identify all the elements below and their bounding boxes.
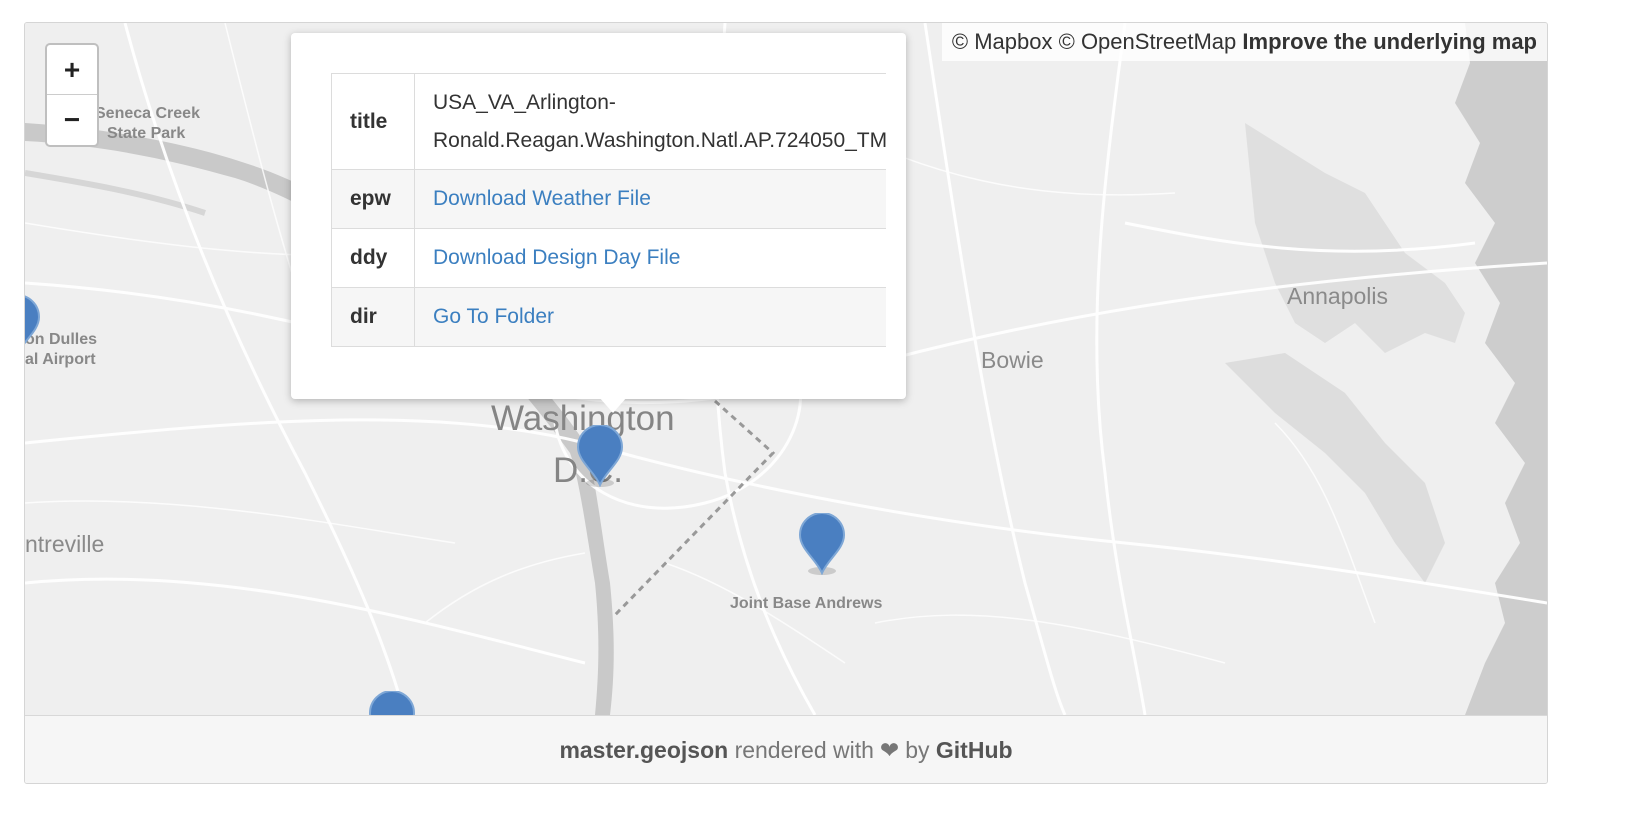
property-key: ddy	[331, 228, 415, 288]
marker-reagan-national[interactable]	[576, 425, 624, 487]
map-attribution: © Mapbox © OpenStreetMap Improve the und…	[941, 23, 1547, 61]
popup-content: title USA_VA_Arlington- Ronald.Reagan.Wa…	[331, 73, 886, 347]
map-canvas[interactable]: Seneca Creek State Park on Dulles al Air…	[25, 23, 1547, 715]
footer-github-link[interactable]: GitHub	[936, 737, 1013, 764]
marker-joint-base-andrews[interactable]	[798, 513, 846, 575]
place-joint-base-andrews: Joint Base Andrews	[730, 595, 883, 612]
heart-icon: ❤	[879, 736, 900, 763]
improve-map-link[interactable]: Improve the underlying map	[1242, 29, 1537, 54]
marker-dulles[interactable]	[25, 295, 41, 357]
place-annapolis: Annapolis	[1287, 283, 1389, 309]
property-value-title: USA_VA_Arlington- Ronald.Reagan.Washingt…	[414, 73, 886, 170]
table-row: title USA_VA_Arlington- Ronald.Reagan.Wa…	[331, 73, 886, 170]
place-seneca-creek: Seneca Creek	[95, 105, 200, 122]
marker-south[interactable]	[368, 691, 416, 715]
title-line-2: Ronald.Reagan.Washington.Natl.AP.724050_…	[433, 128, 886, 152]
footer-rendered-with: rendered with	[734, 736, 874, 763]
footer-filename-link[interactable]: master.geojson	[559, 737, 728, 764]
table-row: ddy Download Design Day File	[331, 228, 886, 288]
mapbox-attribution-link[interactable]: © Mapbox	[952, 29, 1053, 54]
zoom-out-button[interactable]: −	[47, 95, 97, 144]
download-weather-file-link[interactable]: Download Weather File	[433, 187, 651, 210]
table-row: epw Download Weather File	[331, 169, 886, 229]
place-centreville: ntreville	[25, 531, 105, 557]
go-to-folder-link[interactable]: Go To Folder	[433, 305, 554, 328]
download-design-day-file-link[interactable]: Download Design Day File	[433, 246, 680, 269]
popup-tip	[599, 397, 627, 413]
footer-bar: master.geojson rendered with ❤ by GitHub	[25, 715, 1547, 783]
property-key: epw	[331, 169, 415, 229]
place-state-park: State Park	[107, 125, 186, 142]
table-row: dir Go To Folder	[331, 287, 886, 347]
feature-popup: title USA_VA_Arlington- Ronald.Reagan.Wa…	[291, 33, 906, 399]
zoom-control: + −	[45, 43, 99, 147]
place-bowie: Bowie	[981, 347, 1044, 373]
map-frame: Seneca Creek State Park on Dulles al Air…	[24, 22, 1548, 784]
title-line-1: USA_VA_Arlington-	[433, 90, 616, 114]
properties-table: title USA_VA_Arlington- Ronald.Reagan.Wa…	[331, 73, 886, 347]
footer-by: by	[905, 736, 930, 763]
property-key: dir	[331, 287, 415, 347]
property-key: title	[331, 73, 415, 170]
osm-attribution-link[interactable]: © OpenStreetMap	[1059, 29, 1237, 54]
zoom-in-button[interactable]: +	[47, 45, 97, 95]
